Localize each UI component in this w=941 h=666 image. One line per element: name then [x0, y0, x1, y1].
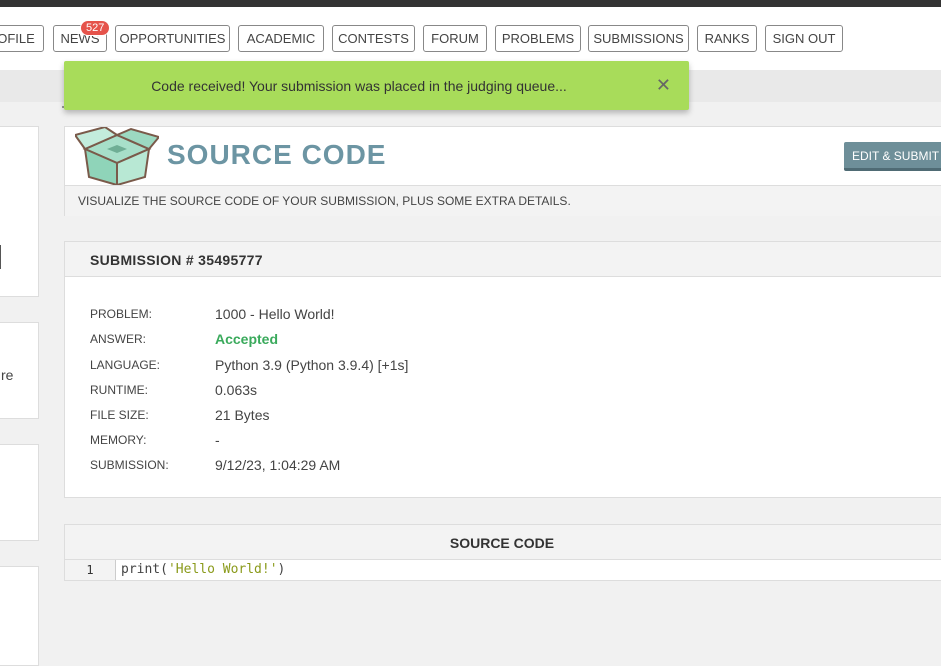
- detail-row-filesize: FILE SIZE: 21 Bytes: [90, 405, 690, 425]
- sidebar-cut-text: re: [1, 367, 14, 383]
- nav-item-news[interactable]: NEWS 527: [53, 20, 111, 52]
- nav-item-label: SIGN OUT: [772, 31, 836, 46]
- detail-row-runtime: RUNTIME: 0.063s: [90, 380, 690, 400]
- detail-label: ANSWER:: [90, 332, 147, 346]
- submission-title: SUBMISSION # 35495777: [65, 242, 941, 277]
- runtime-value: 0.063s: [215, 382, 258, 398]
- source-code-title: SOURCE CODE: [65, 525, 941, 560]
- source-code-panel: SOURCE CODE 1 print('Hello World!'): [64, 524, 941, 581]
- edit-submit-button[interactable]: EDIT & SUBMIT: [844, 142, 941, 171]
- nav-item-contests[interactable]: CONTESTS: [332, 25, 415, 52]
- detail-label: FILE SIZE:: [90, 408, 149, 422]
- submission-date-value: 9/12/23, 1:04:29 AM: [215, 457, 341, 473]
- detail-row-submission: SUBMISSION: 9/12/23, 1:04:29 AM: [90, 455, 690, 475]
- source-code-header-panel: SOURCE CODE EDIT & SUBMIT VISUALIZE THE …: [64, 126, 941, 216]
- nav-item-problems[interactable]: PROBLEMS: [495, 25, 581, 52]
- detail-label: MEMORY:: [90, 433, 147, 447]
- notification-toast: Code received! Your submission was place…: [64, 61, 689, 110]
- problem-value[interactable]: 1000 - Hello World!: [215, 304, 335, 324]
- submission-details-panel: SUBMISSION # 35495777 PROBLEM: 1000 - He…: [64, 241, 941, 498]
- nav-item-profile[interactable]: OFILE: [0, 25, 44, 52]
- nav-item-forum[interactable]: FORUM: [423, 25, 487, 52]
- detail-row-memory: MEMORY: -: [90, 430, 690, 450]
- nav-item-ranks[interactable]: RANKS: [697, 25, 757, 52]
- filesize-value: 21 Bytes: [215, 407, 270, 423]
- sidebar-fragment: [0, 245, 1, 269]
- page-description: VISUALIZE THE SOURCE CODE OF YOUR SUBMIS…: [65, 185, 941, 216]
- nav-item-label: FORUM: [431, 31, 479, 46]
- detail-label: RUNTIME:: [90, 383, 148, 397]
- close-icon[interactable]: ✕: [656, 75, 671, 95]
- nav-item-label: RANKS: [704, 31, 750, 46]
- language-value: Python 3.9 (Python 3.9.4) [+1s]: [215, 357, 409, 373]
- open-box-icon: [75, 127, 159, 185]
- toast-message: Code received! Your submission was place…: [151, 78, 567, 94]
- code-paren: ): [277, 562, 286, 577]
- nav-item-label: CONTESTS: [338, 31, 409, 46]
- sidebar-card: re: [0, 322, 39, 419]
- sidebar-card: [0, 566, 39, 666]
- code-string: 'Hello World!': [167, 562, 278, 577]
- detail-label: LANGUAGE:: [90, 358, 161, 372]
- top-bar: [0, 0, 941, 7]
- detail-row-language: LANGUAGE: Python 3.9 (Python 3.9.4) [+1s…: [90, 355, 690, 375]
- sidebar-card: [0, 444, 39, 541]
- line-number: 1: [65, 560, 116, 580]
- nav-item-academic[interactable]: ACADEMIC: [238, 25, 324, 52]
- news-count-badge: 527: [80, 20, 111, 36]
- nav-item-label: OFILE: [0, 31, 35, 46]
- page-title: SOURCE CODE: [167, 139, 387, 170]
- code-function: print(: [121, 562, 168, 577]
- memory-value: -: [215, 432, 220, 448]
- nav-item-label: ACADEMIC: [246, 31, 316, 46]
- nav-item-opportunities[interactable]: OPPORTUNITIES: [115, 25, 230, 52]
- detail-label: PROBLEM:: [90, 307, 153, 321]
- detail-row-problem: PROBLEM: 1000 - Hello World!: [90, 304, 690, 324]
- nav-item-label: SUBMISSIONS: [593, 31, 684, 46]
- nav-item-label: PROBLEMS: [501, 31, 575, 46]
- sidebar-card: [0, 126, 39, 297]
- answer-status: Accepted: [215, 331, 279, 347]
- nav-item-submissions[interactable]: SUBMISSIONS: [588, 25, 689, 52]
- nav-item-signout[interactable]: SIGN OUT: [765, 25, 843, 52]
- detail-label: SUBMISSION:: [90, 458, 169, 472]
- code-line[interactable]: print('Hello World!'): [121, 560, 285, 580]
- detail-row-answer: ANSWER: Accepted: [90, 329, 690, 349]
- nav-item-label: OPPORTUNITIES: [119, 31, 226, 46]
